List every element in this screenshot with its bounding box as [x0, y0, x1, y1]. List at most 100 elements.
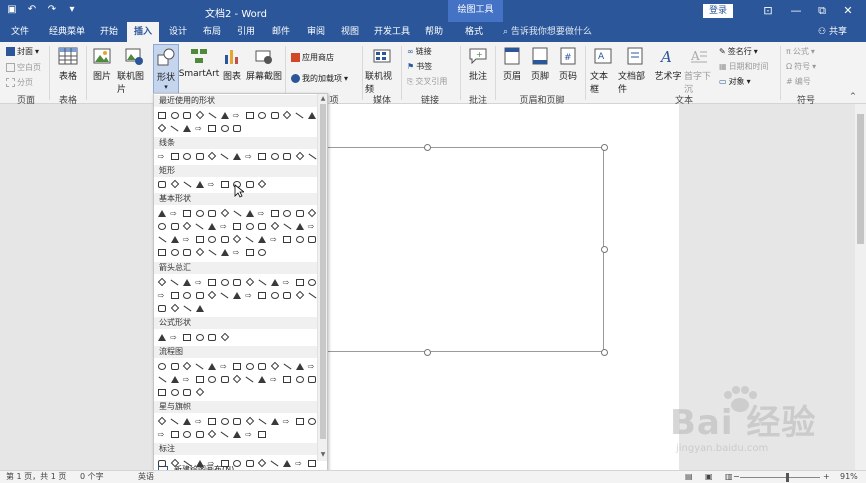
- smartart-button[interactable]: SmartArt: [179, 46, 219, 79]
- shape-option[interactable]: [294, 109, 307, 121]
- shape-option[interactable]: ⇨: [256, 207, 269, 219]
- shape-option[interactable]: [231, 373, 244, 385]
- web-layout-icon[interactable]: ▥: [725, 471, 733, 483]
- shape-option[interactable]: ⇨: [269, 373, 282, 385]
- shape-option[interactable]: ⇨: [294, 457, 307, 469]
- shape-option[interactable]: [206, 246, 219, 258]
- scrollbar-thumb[interactable]: [857, 114, 864, 244]
- shape-option[interactable]: [156, 457, 169, 469]
- shape-option[interactable]: [306, 373, 319, 385]
- shape-option[interactable]: [231, 276, 244, 288]
- shape-option[interactable]: [194, 457, 207, 469]
- shape-option[interactable]: ⇨: [244, 289, 257, 301]
- shape-option[interactable]: ⇨: [306, 360, 319, 372]
- shapes-button[interactable]: 形状 ▾: [153, 44, 179, 94]
- shape-option[interactable]: [206, 207, 219, 219]
- scrollbar-thumb[interactable]: [320, 104, 326, 439]
- restore-button[interactable]: ⧉: [814, 3, 830, 19]
- drawing-canvas[interactable]: [320, 147, 604, 352]
- shape-option[interactable]: [206, 122, 219, 134]
- shape-option[interactable]: [306, 457, 319, 469]
- tab-file[interactable]: 文件: [5, 22, 35, 42]
- shape-option[interactable]: [306, 276, 319, 288]
- shape-option[interactable]: [219, 428, 232, 440]
- shape-option[interactable]: [244, 220, 257, 232]
- shape-option[interactable]: [156, 233, 169, 245]
- shape-option[interactable]: ⇨: [306, 220, 319, 232]
- zoom-level[interactable]: 91%: [840, 471, 858, 483]
- chart-button[interactable]: 图表: [221, 46, 243, 82]
- shape-option[interactable]: [269, 150, 282, 162]
- shape-option[interactable]: [194, 331, 207, 343]
- shape-option[interactable]: [194, 220, 207, 232]
- tab-references[interactable]: 引用: [231, 22, 261, 42]
- shape-option[interactable]: [281, 373, 294, 385]
- shape-option[interactable]: [156, 302, 169, 314]
- shape-option[interactable]: ⇨: [219, 220, 232, 232]
- close-button[interactable]: ✕: [840, 3, 856, 19]
- drop-cap-button[interactable]: A 首字下沉: [684, 46, 714, 95]
- shape-option[interactable]: ⇨: [281, 276, 294, 288]
- link-button[interactable]: ∞ 链接: [407, 46, 432, 57]
- shape-option[interactable]: [156, 109, 169, 121]
- shape-option[interactable]: [244, 276, 257, 288]
- shape-option[interactable]: ⇨: [194, 122, 207, 134]
- page-break-button[interactable]: 分页: [6, 77, 33, 88]
- shape-option[interactable]: [156, 276, 169, 288]
- shape-option[interactable]: [194, 428, 207, 440]
- tell-me-search[interactable]: ⌕ 告诉我你想要做什么: [503, 25, 653, 39]
- shape-option[interactable]: [181, 207, 194, 219]
- document-parts-button[interactable]: 文档部件: [618, 46, 652, 95]
- bookmark-button[interactable]: ⚑ 书签: [407, 61, 432, 72]
- shape-option[interactable]: [294, 207, 307, 219]
- screenshot-button[interactable]: 屏幕截图: [246, 46, 282, 82]
- shape-option[interactable]: [269, 207, 282, 219]
- shape-option[interactable]: [219, 276, 232, 288]
- shape-option[interactable]: [294, 276, 307, 288]
- cover-page-button[interactable]: 封面 ▾: [6, 46, 39, 57]
- shape-option[interactable]: [169, 289, 182, 301]
- shape-option[interactable]: [194, 233, 207, 245]
- tab-format[interactable]: 格式: [452, 22, 496, 42]
- page-number-button[interactable]: # 页码: [556, 46, 580, 82]
- shape-option[interactable]: ⇨: [156, 289, 169, 301]
- shape-option[interactable]: [219, 233, 232, 245]
- shape-option[interactable]: [244, 207, 257, 219]
- shape-option[interactable]: [244, 373, 257, 385]
- shape-option[interactable]: [281, 233, 294, 245]
- shape-option[interactable]: ⇨: [156, 150, 169, 162]
- word-count[interactable]: 0 个字: [80, 471, 104, 483]
- shape-option[interactable]: [306, 415, 319, 427]
- shape-option[interactable]: [181, 122, 194, 134]
- header-button[interactable]: 页眉: [500, 46, 524, 82]
- collapse-ribbon-icon[interactable]: ^: [850, 92, 856, 100]
- shape-option[interactable]: [231, 415, 244, 427]
- shape-option[interactable]: [169, 276, 182, 288]
- shape-option[interactable]: ⇨: [181, 373, 194, 385]
- shape-option[interactable]: ⇨: [169, 207, 182, 219]
- shape-option[interactable]: [244, 246, 257, 258]
- shape-option[interactable]: [256, 109, 269, 121]
- shape-option[interactable]: [294, 150, 307, 162]
- shape-option[interactable]: [206, 150, 219, 162]
- shape-option[interactable]: [181, 457, 194, 469]
- shape-option[interactable]: [206, 233, 219, 245]
- shape-option[interactable]: [194, 109, 207, 121]
- shape-option[interactable]: [194, 373, 207, 385]
- shape-option[interactable]: ⇨: [181, 233, 194, 245]
- shape-option[interactable]: [169, 428, 182, 440]
- zoom-in-icon[interactable]: +: [823, 471, 830, 483]
- shape-option[interactable]: [281, 220, 294, 232]
- tab-design[interactable]: 设计: [163, 22, 193, 42]
- read-mode-icon[interactable]: ▤: [685, 471, 693, 483]
- textbox-button[interactable]: A 文本框: [590, 46, 616, 95]
- tab-classic-menu[interactable]: 经典菜单: [44, 22, 90, 42]
- shape-option[interactable]: [244, 233, 257, 245]
- shape-option[interactable]: [181, 178, 194, 190]
- zoom-slider-thumb[interactable]: [786, 473, 789, 482]
- customize-qat-icon[interactable]: ▾: [66, 4, 78, 16]
- shape-option[interactable]: [181, 428, 194, 440]
- shape-option[interactable]: [194, 360, 207, 372]
- shape-option[interactable]: [219, 415, 232, 427]
- shape-option[interactable]: [219, 178, 232, 190]
